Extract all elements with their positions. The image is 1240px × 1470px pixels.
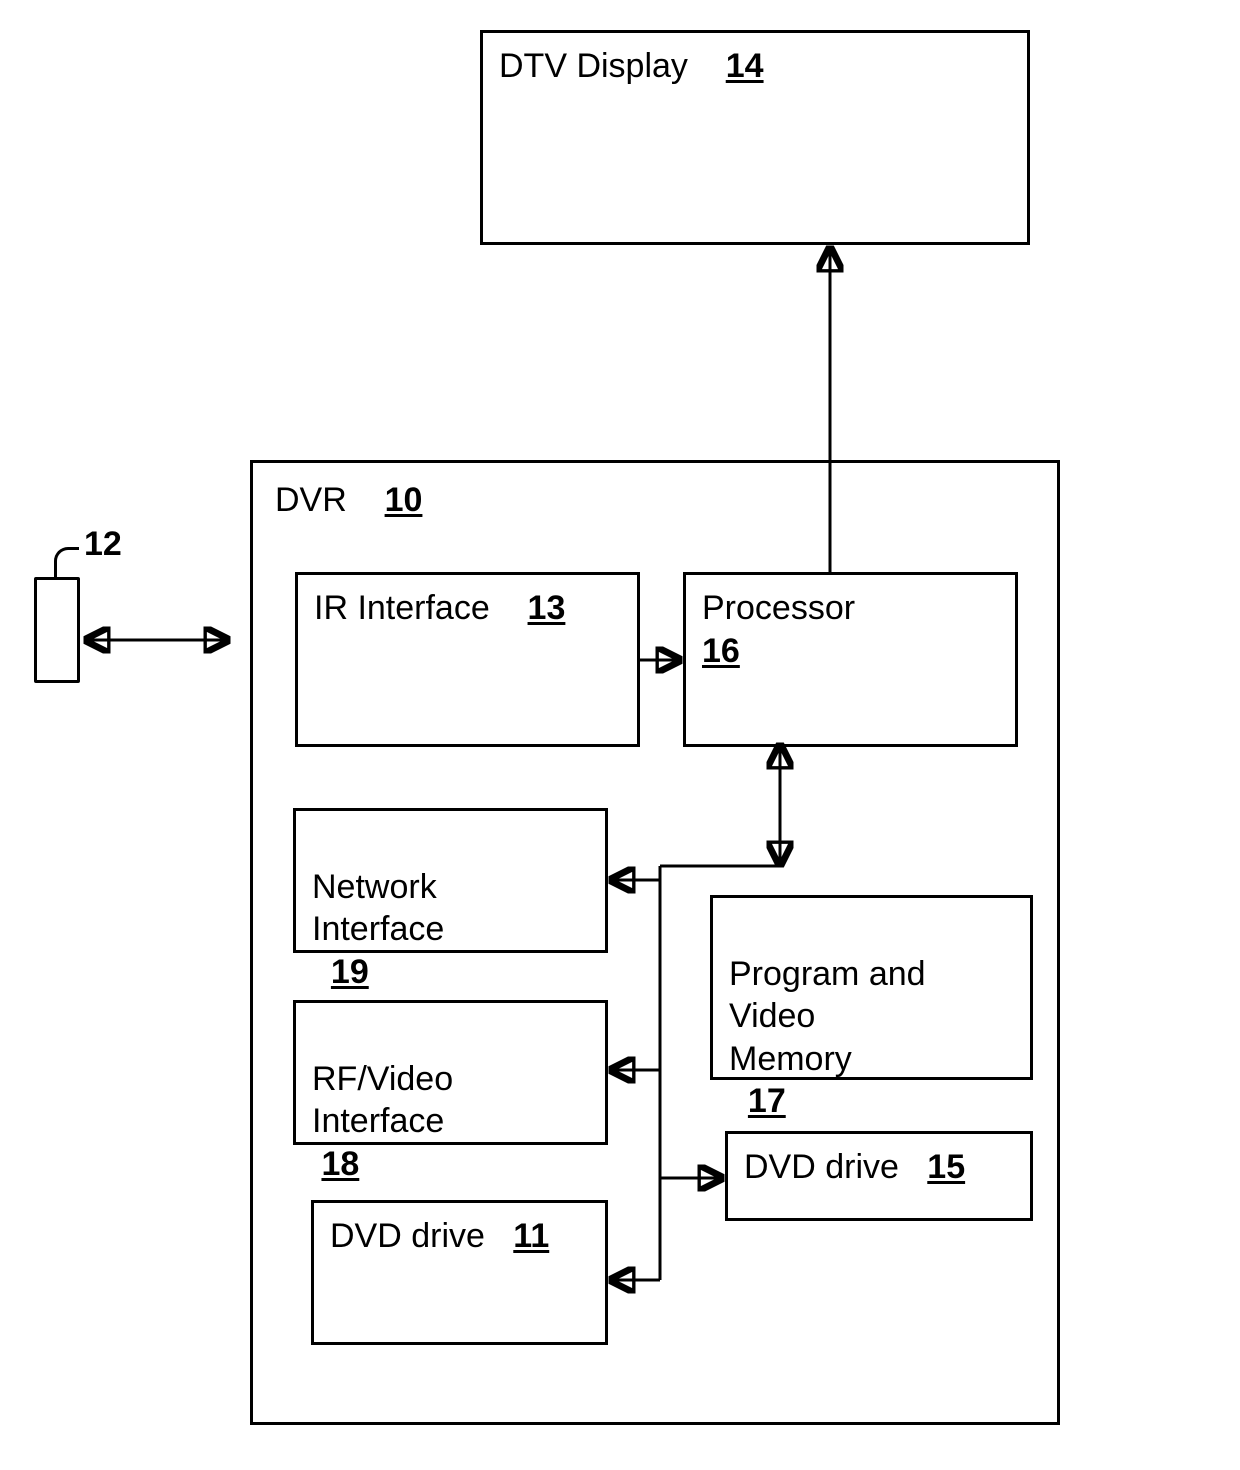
dvd-drive-left-ref: 11 (513, 1217, 549, 1255)
dvr-label: DVR (275, 481, 347, 519)
program-video-memory-label: Program and Video Memory (729, 955, 926, 1078)
dvd-drive-left-label: DVD drive (330, 1217, 485, 1255)
remote-control-icon: 12 (28, 525, 98, 685)
network-interface-ref: 19 (331, 953, 369, 991)
rfvideo-interface-label: RF/Video Interface (312, 1060, 453, 1141)
block-program-video-memory: Program and Video Memory 17 (710, 895, 1033, 1080)
block-network-interface: Network Interface 19 (293, 808, 608, 953)
ir-interface-ref: 13 (528, 589, 566, 627)
block-dtv-display: DTV Display 14 (480, 30, 1030, 245)
network-interface-label: Network Interface (312, 868, 444, 949)
dvd-drive-right-label: DVD drive (744, 1148, 899, 1186)
rfvideo-interface-ref: 18 (321, 1145, 359, 1183)
program-video-memory-ref: 17 (748, 1082, 786, 1120)
remote-ref: 12 (84, 525, 122, 564)
dvd-drive-right-ref: 15 (927, 1148, 965, 1186)
processor-label: Processor (702, 589, 855, 627)
block-dvd-drive-right: DVD drive 15 (725, 1131, 1033, 1221)
dvr-ref: 10 (385, 481, 423, 519)
block-ir-interface: IR Interface 13 (295, 572, 640, 747)
ir-interface-label: IR Interface (314, 589, 490, 627)
block-processor: Processor 16 (683, 572, 1018, 747)
processor-ref: 16 (702, 632, 740, 670)
dtv-display-label: DTV Display (499, 47, 688, 85)
block-dvd-drive-left: DVD drive 11 (311, 1200, 608, 1345)
dtv-display-ref: 14 (726, 47, 764, 85)
block-rfvideo-interface: RF/Video Interface 18 (293, 1000, 608, 1145)
